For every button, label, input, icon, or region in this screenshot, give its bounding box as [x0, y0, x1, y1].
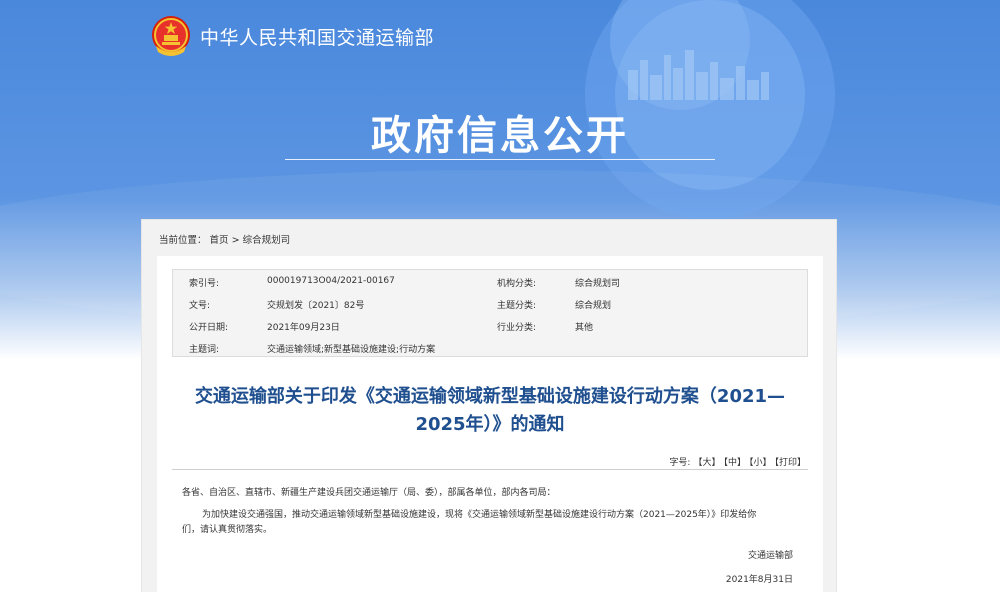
font-medium-button[interactable]: 【中】 [723, 458, 746, 468]
content-divider [172, 469, 808, 470]
document-signature: 交通运输部 [747, 551, 793, 561]
article-panel: 索引号: 000019713O04/2021-00167 机构分类: 综合规划司… [157, 256, 823, 592]
site-name: 中华人民共和国交通运输部 [200, 26, 435, 49]
document-title-line-2: 2025年）》的通知 [415, 414, 565, 435]
document-paragraph-line-1: 为加快建设交通强国，推动交通运输领域新型基础设施建设，现将《交通运输领域新型基础… [202, 510, 757, 520]
meta-industry-label: 行业分类: [497, 323, 537, 333]
meta-date-value: 2021年09月23日 [267, 323, 340, 333]
meta-org-label: 机构分类: [497, 279, 537, 289]
meta-docno-value: 交规划发〔2021〕82号 [267, 301, 365, 311]
meta-index-value: 000019713O04/2021-00167 [267, 276, 395, 286]
meta-docno-label: 文号: [189, 301, 211, 311]
meta-topic-label: 主题分类: [497, 301, 537, 311]
content-card: 当前位置： 首页 > 综合规划司 索引号: 000019713O04/2021-… [141, 219, 837, 592]
document-title-line-1: 交通运输部关于印发《交通运输领域新型基础设施建设行动方案（2021— [194, 386, 786, 407]
font-size-controls: 字号: 【大】 【中】 【小】 【打印】 [666, 455, 806, 468]
document-salutation: 各省、自治区、直辖市、新疆生产建设兵团交通运输厅（局、委），部属各单位，部内各司… [182, 488, 556, 498]
font-size-label: 字号: [669, 458, 691, 468]
document-sign-date: 2021年8月31日 [725, 575, 793, 585]
document-title: 交通运输部关于印发《交通运输领域新型基础设施建设行动方案（2021— 2025年… [167, 383, 813, 439]
title-divider [285, 159, 715, 160]
document-paragraph-line-2: 们，请认真贯彻落实。 [182, 525, 273, 535]
breadcrumb: 当前位置： 首页 > 综合规划司 [159, 232, 290, 246]
meta-keywords-value: 交通运输领域;新型基础设施建设;行动方案 [267, 345, 436, 355]
meta-index-label: 索引号: [189, 279, 220, 289]
meta-topic-value: 综合规划 [575, 301, 612, 311]
meta-industry-value: 其他 [575, 323, 594, 333]
meta-org-value: 综合规划司 [575, 279, 621, 289]
meta-keywords-label: 主题词: [189, 345, 220, 355]
font-small-button[interactable]: 【小】 [749, 458, 772, 468]
document-metadata-table: 索引号: 000019713O04/2021-00167 机构分类: 综合规划司… [172, 269, 808, 357]
national-emblem-icon [152, 16, 190, 56]
breadcrumb-home-link[interactable]: 首页 [210, 235, 229, 246]
breadcrumb-prefix: 当前位置： [159, 235, 207, 246]
font-large-button[interactable]: 【大】 [693, 458, 720, 468]
meta-date-label: 公开日期: [189, 323, 229, 333]
print-button[interactable]: 【打印】 [774, 458, 806, 468]
page-title: 政府信息公开 [371, 113, 629, 159]
breadcrumb-section-link[interactable]: 综合规划司 [243, 235, 291, 246]
breadcrumb-separator: > [231, 235, 240, 246]
site-logo[interactable]: 中华人民共和国交通运输部 [150, 14, 434, 58]
